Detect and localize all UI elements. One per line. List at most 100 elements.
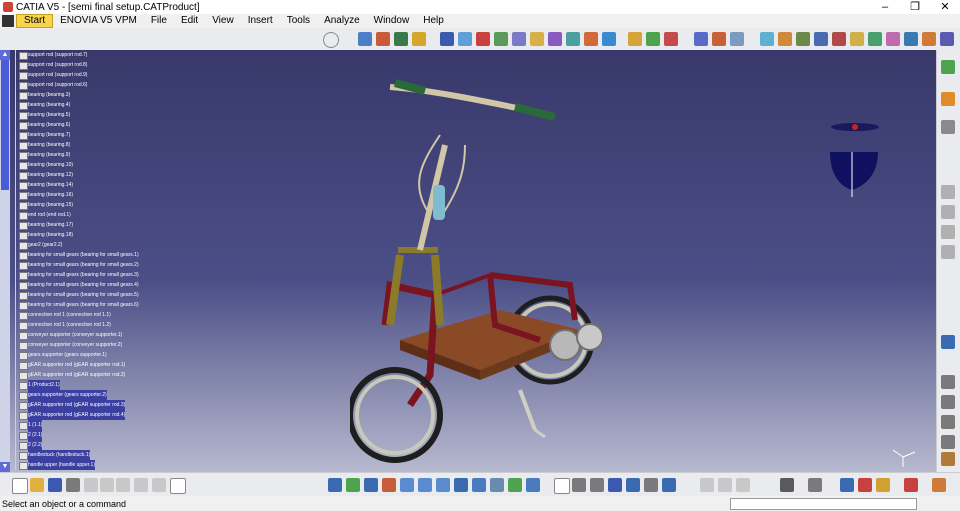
tree-item[interactable]: bearing (bearing.3) [11,90,171,100]
scooter-3d-model[interactable] [350,75,620,465]
zoom-in-icon[interactable] [400,478,414,492]
menu-window[interactable]: Window [367,14,417,28]
tree-item[interactable]: gears supporter (gears supporter.1) [11,350,171,360]
tree-item[interactable]: bearing (bearing.8) [11,140,171,150]
fast-multi-instantiation-icon[interactable] [832,32,846,46]
clash-icon[interactable] [904,32,918,46]
tree-item[interactable]: gEAR supporter rod (gEAR supporter rod.4… [11,410,171,420]
tree-item[interactable]: support rod (support rod.8) [11,60,171,70]
sectioning-icon[interactable] [886,32,900,46]
light-icon[interactable] [876,478,890,492]
plane-icon[interactable] [941,415,955,429]
undo-icon[interactable] [134,478,148,492]
manipulate-icon[interactable] [376,32,390,46]
point-icon[interactable] [941,435,955,449]
tree-item[interactable]: connection rod 1 (connection rod 1.2) [11,320,171,330]
tree-item[interactable]: bearing (bearing.10) [11,160,171,170]
formula-icon[interactable] [554,478,570,494]
command-input[interactable] [730,498,917,510]
graph-tree-reorder-icon[interactable] [730,32,744,46]
copy-icon[interactable] [100,478,114,492]
product-structure-icon[interactable] [941,60,955,74]
3d-compass-icon[interactable] [644,478,658,492]
normal-view-icon[interactable] [436,478,450,492]
tree-item[interactable]: bearing (bearing.5) [11,110,171,120]
tree-item[interactable]: 2 (2.2) [11,440,171,450]
scroll-thumb[interactable] [1,60,9,190]
tree-item[interactable]: handle upper (handle upper.1) [11,460,171,470]
render-icon[interactable] [526,478,540,492]
tree-item[interactable]: bearing (bearing.12) [11,170,171,180]
menu-file[interactable]: File [144,14,174,28]
restore-button[interactable]: ❐ [900,0,930,14]
measure-between-icon[interactable] [590,478,604,492]
tree-item[interactable]: gEAR supporter rod (gEAR supporter rod.1… [11,360,171,370]
tree-item[interactable]: bearing (bearing.7) [11,130,171,140]
tree-item[interactable]: support rod (support rod.7) [11,50,171,60]
drafting-icon[interactable] [904,478,918,492]
fix-together-icon[interactable] [548,32,562,46]
tree-item[interactable]: conveyer supporter (conveyer supporter.1… [11,330,171,340]
apply-material-icon[interactable] [941,335,955,349]
new-component-icon[interactable] [628,32,642,46]
symmetry-icon[interactable] [850,32,864,46]
clash-detection-icon[interactable] [840,478,854,492]
menu-start[interactable]: Start [16,14,54,28]
axis-system-icon[interactable] [941,395,955,409]
tree-item[interactable]: bearing (bearing.16) [11,190,171,200]
tree-item[interactable]: 2 (2.1) [11,430,171,440]
scroll-down-arrow[interactable]: ▼ [0,462,10,472]
handlebar[interactable] [389,79,556,121]
redo-icon[interactable] [152,478,166,492]
tree-item[interactable]: gears supporter (gears supporter.2) [11,390,171,400]
properties-icon[interactable] [718,478,732,492]
front-wheel[interactable] [350,367,443,463]
swap-space-icon[interactable] [508,478,522,492]
fix-icon[interactable] [530,32,544,46]
tree-item[interactable]: gEAR supporter rod (gEAR supporter rod.3… [11,400,171,410]
offset-icon[interactable] [494,32,508,46]
quick-constraint-icon[interactable] [566,32,580,46]
distance-icon[interactable] [922,32,936,46]
new-part-icon[interactable] [664,32,678,46]
snap-icon[interactable] [394,32,408,46]
analysis-icon[interactable] [736,478,750,492]
tree-item[interactable]: bearing (bearing.15) [11,200,171,210]
move-toolbar-icon[interactable] [941,205,955,219]
coincidence-icon[interactable] [458,32,472,46]
whats-this-icon[interactable] [170,478,186,494]
close-button[interactable]: ✕ [930,0,960,14]
kickstand[interactable] [518,389,546,439]
3d-viewport[interactable]: ▲ ▼ support rod (support rod.7) support … [0,50,937,472]
tree-item[interactable]: bearing for small gears (bearing for sma… [11,290,171,300]
tree-item[interactable]: 1 (1.1) [11,420,171,430]
menu-edit[interactable]: Edit [174,14,205,28]
grid-icon[interactable] [608,478,622,492]
menu-view[interactable]: View [205,14,241,28]
bom-icon[interactable] [940,32,954,46]
measure-icon[interactable] [868,32,882,46]
tree-item[interactable]: support rod (support rod.6) [11,80,171,90]
tree-item[interactable]: handlestuck (handlestuck.1) [11,450,171,460]
tree-item[interactable]: bearing for small gears (bearing for sma… [11,270,171,280]
replace-component-icon[interactable] [712,32,726,46]
tree-item[interactable]: bearing for small gears (bearing for sma… [11,250,171,260]
hide-show-icon[interactable] [490,478,504,492]
select-mode-icon[interactable] [941,120,955,134]
layer-icon[interactable] [662,478,676,492]
sketch-icon[interactable] [700,478,714,492]
tree-item[interactable]: bearing for small gears (bearing for sma… [11,300,171,310]
save-icon[interactable] [48,478,62,492]
reuse-pattern-icon[interactable] [602,32,616,46]
space-analysis-icon[interactable] [941,225,955,239]
constraint-icon[interactable] [440,32,454,46]
manage-representations-icon[interactable] [796,32,810,46]
generate-numbering-icon[interactable] [760,32,774,46]
compass-widget[interactable] [822,122,882,202]
tree-item[interactable]: connection rod 1 (connection rod 1.1) [11,310,171,320]
existing-component-icon[interactable] [694,32,708,46]
select-arrow-icon[interactable] [941,92,955,106]
new-file-icon[interactable] [12,478,28,494]
assembly-tool-icon[interactable] [358,32,372,46]
tree-item[interactable]: support rod (support rod.9) [11,70,171,80]
